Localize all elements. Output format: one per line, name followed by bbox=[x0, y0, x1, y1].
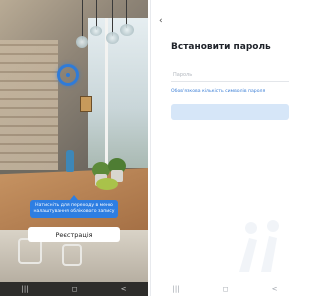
back-nav-icon[interactable]: < bbox=[121, 285, 127, 293]
app-screen-left: Натисніть для переходу в меню налаштуван… bbox=[0, 0, 148, 296]
tutorial-tooltip-text: Натисніть для переходу в меню налаштуван… bbox=[33, 203, 115, 214]
home-icon[interactable]: ◻ bbox=[223, 285, 229, 293]
status-bar bbox=[151, 0, 299, 12]
recent-apps-icon[interactable]: ||| bbox=[22, 285, 29, 293]
tutorial-tooltip: Натисніть для переходу в меню налаштуван… bbox=[30, 195, 118, 218]
password-requirements-link[interactable]: Обов'язкова кількість символів пароля bbox=[171, 89, 265, 94]
home-icon[interactable]: ◻ bbox=[72, 285, 78, 293]
background-photo bbox=[0, 0, 148, 296]
recent-apps-icon[interactable]: ||| bbox=[173, 285, 180, 293]
back-arrow-icon[interactable]: ‹ bbox=[159, 16, 163, 26]
register-button[interactable]: Реєстрація bbox=[28, 227, 120, 242]
system-nav-bar: ||| ◻ < bbox=[151, 282, 299, 296]
status-bar bbox=[0, 0, 148, 12]
back-nav-icon[interactable]: < bbox=[272, 285, 278, 293]
system-nav-bar: ||| ◻ < bbox=[0, 282, 148, 296]
watermark-logo bbox=[239, 220, 279, 272]
wall-picture bbox=[80, 96, 92, 112]
page-title: Встановити пароль bbox=[171, 42, 271, 52]
password-input[interactable] bbox=[171, 68, 289, 82]
app-screen-right: ‹ Встановити пароль Обов'язкова кількіст… bbox=[150, 0, 299, 296]
blue-vase bbox=[66, 150, 74, 172]
tutorial-highlight-ring-icon[interactable] bbox=[57, 64, 79, 86]
confirm-button[interactable] bbox=[171, 104, 289, 120]
